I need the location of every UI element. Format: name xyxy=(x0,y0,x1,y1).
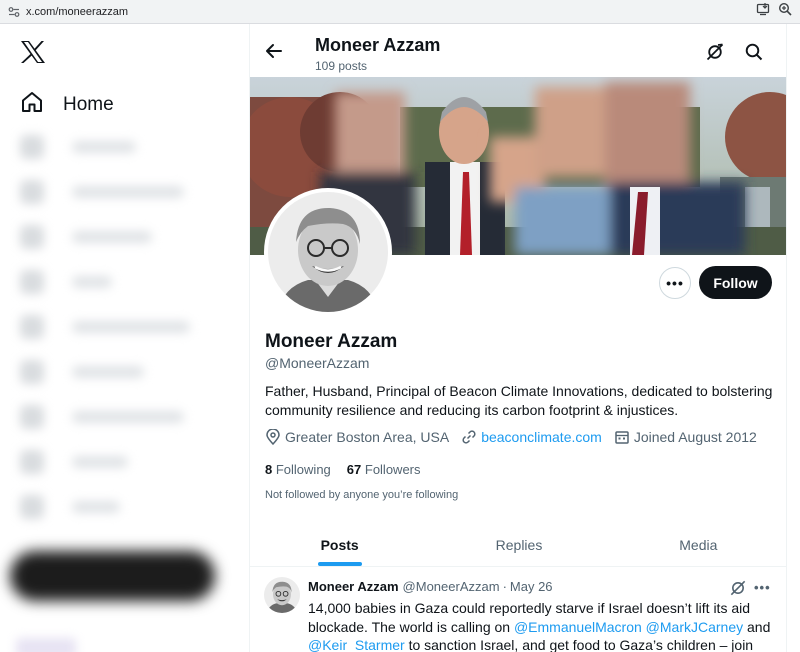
tweet-mention[interactable]: @Keir_Starmer xyxy=(308,637,405,652)
location-item: Greater Boston Area, USA xyxy=(265,429,449,445)
profile-meta: Greater Boston Area, USA beaconclimate.c… xyxy=(265,429,769,445)
website-item[interactable]: beaconclimate.com xyxy=(461,429,602,445)
tweet-text: 14,000 babies in Gaza could reportedly s… xyxy=(308,599,773,652)
following-count: 8 xyxy=(265,462,273,477)
tweet-header: Moneer Azzam @MoneerAzzam · May 26 xyxy=(308,579,553,594)
tweet-more-icon[interactable]: ••• xyxy=(754,580,771,595)
header-post-count: 109 posts xyxy=(315,59,368,73)
site-settings-icon[interactable] xyxy=(4,6,24,18)
more-options-button[interactable]: ••• xyxy=(659,267,691,299)
profile-handle: @MoneerAzzam xyxy=(265,355,370,371)
blurred-account-switcher xyxy=(16,638,76,652)
header-name: Moneer Azzam xyxy=(315,35,441,55)
joined-item: Joined August 2012 xyxy=(614,429,757,445)
location-text: Greater Boston Area, USA xyxy=(285,429,450,445)
website-link[interactable]: beaconclimate.com xyxy=(481,429,602,445)
location-pin-icon xyxy=(266,429,280,445)
tab-media[interactable]: Media xyxy=(609,523,786,566)
profile-column: Moneer Azzam 109 posts ••• Follow Moneer… xyxy=(249,24,787,652)
tweet-text-part: and xyxy=(743,618,771,635)
grok-icon[interactable] xyxy=(730,580,746,601)
calendar-icon xyxy=(615,431,629,444)
profile-tabs: Posts Replies Media xyxy=(250,523,786,567)
tweet-date[interactable]: May 26 xyxy=(510,579,553,594)
zoom-icon[interactable] xyxy=(778,2,792,21)
tweet-mention[interactable]: @MarkJCarney xyxy=(646,619,743,635)
left-sidebar: Home xyxy=(0,24,250,652)
tab-replies[interactable]: Replies xyxy=(429,523,608,566)
url-text[interactable]: x.com/moneerazzam xyxy=(26,6,128,18)
tweet-mention[interactable]: @EmmanuelMacron xyxy=(514,619,642,635)
tab-posts[interactable]: Posts xyxy=(250,523,429,566)
back-arrow-icon[interactable] xyxy=(264,41,284,66)
followers-link[interactable]: 67 Followers xyxy=(347,462,421,477)
profile-name: Moneer Azzam xyxy=(265,331,398,352)
blurred-post-button xyxy=(10,551,215,601)
follow-button[interactable]: Follow xyxy=(699,266,772,299)
home-icon xyxy=(20,90,44,119)
grok-icon[interactable] xyxy=(706,43,724,66)
sidebar-item-label: Home xyxy=(63,93,114,115)
following-label: Following xyxy=(275,462,331,477)
profile-avatar[interactable] xyxy=(264,188,392,316)
tweet[interactable]: Moneer Azzam @MoneerAzzam · May 26 ••• 1… xyxy=(250,567,786,652)
install-app-icon[interactable] xyxy=(756,2,770,21)
tweet-author-name[interactable]: Moneer Azzam xyxy=(308,579,399,594)
follow-counts: 8 Following 67 Followers xyxy=(265,462,421,477)
joined-text: Joined August 2012 xyxy=(633,429,757,445)
tweet-avatar[interactable] xyxy=(264,577,300,613)
following-link[interactable]: 8 Following xyxy=(265,462,331,477)
blurred-nav-items xyxy=(10,124,232,544)
x-logo-icon[interactable] xyxy=(20,40,46,69)
tweet-separator: · xyxy=(502,579,507,594)
browser-address-bar: x.com/moneerazzam xyxy=(0,0,800,24)
search-icon[interactable] xyxy=(745,43,763,66)
not-followed-notice: Not followed by anyone you’re following xyxy=(265,489,459,501)
profile-header-bar: Moneer Azzam 109 posts xyxy=(250,24,786,77)
link-icon xyxy=(462,430,476,444)
tweet-author-handle[interactable]: @MoneerAzzam xyxy=(403,579,500,594)
profile-bio: Father, Husband, Principal of Beacon Cli… xyxy=(265,383,773,418)
sidebar-item-home[interactable]: Home xyxy=(20,90,114,119)
followers-label: Followers xyxy=(364,462,421,477)
followers-count: 67 xyxy=(346,462,362,477)
